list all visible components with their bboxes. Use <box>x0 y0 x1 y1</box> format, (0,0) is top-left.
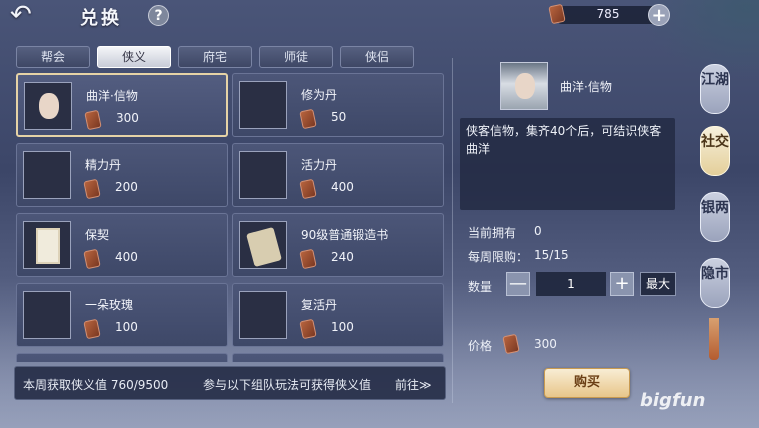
quantity-field[interactable]: 1 <box>536 272 606 296</box>
tab-xialv[interactable]: 侠侣 <box>340 46 414 68</box>
item-price: 240 <box>331 250 354 264</box>
item-name: 精力丹 <box>85 158 122 172</box>
item-price: 100 <box>115 320 138 334</box>
category-tabs: 帮会 侠义 府宅 师徒 侠侣 <box>16 46 414 68</box>
price-label: 价格 <box>468 339 493 353</box>
item-price: 400 <box>331 180 354 194</box>
item-name: 一朵玫瑰 <box>85 298 134 312</box>
item-card-partial[interactable] <box>232 353 444 362</box>
currency-amount: 785 <box>596 7 620 21</box>
item-card[interactable]: 精力丹 200 <box>16 143 228 207</box>
portrait-icon <box>24 82 72 130</box>
tab-banghui[interactable]: 帮会 <box>16 46 90 68</box>
item-card[interactable]: 复活丹 100 <box>232 283 444 347</box>
scroll-icon <box>239 221 287 269</box>
contract-paper-icon <box>23 221 71 269</box>
red-orb-icon <box>23 151 71 199</box>
max-button[interactable]: 最大 <box>640 272 676 296</box>
buy-button[interactable]: 购买 <box>544 368 630 398</box>
help-icon[interactable]: ? <box>148 5 169 26</box>
item-name: 保契 <box>85 228 110 242</box>
side-tab-shejiao[interactable]: 社交 <box>700 126 730 176</box>
weekly-progress-bar: 本周获取侠义值 760/9500 参与以下组队玩法可获得侠义值 前往≫ <box>14 366 446 400</box>
item-card[interactable]: 90级普通锻造书 240 <box>232 213 444 277</box>
item-price: 400 <box>115 250 138 264</box>
xiayi-token-icon <box>299 178 317 200</box>
page-title: 兑换 <box>80 8 122 29</box>
item-card[interactable]: 修为丹 50 <box>232 73 444 137</box>
item-card-partial[interactable] <box>16 353 228 362</box>
item-name: 曲洋·信物 <box>86 89 138 103</box>
increase-button[interactable]: + <box>610 272 634 296</box>
owned-value: 0 <box>534 224 542 238</box>
item-card[interactable]: 曲洋·信物 300 <box>16 73 228 137</box>
item-price: 300 <box>116 111 139 125</box>
xiayi-token-icon <box>299 318 317 340</box>
side-tab-yinshi[interactable]: 隐市 <box>700 258 730 308</box>
blue-orb-icon <box>239 151 287 199</box>
side-tab-yinliang[interactable]: 银两 <box>700 192 730 242</box>
tab-fuzhai[interactable]: 府宅 <box>178 46 252 68</box>
price-value: 300 <box>534 337 557 351</box>
orange-pill-icon <box>239 291 287 339</box>
tassel-ornament <box>709 318 719 360</box>
side-tab-jianghu[interactable]: 江湖 <box>700 64 730 114</box>
item-name: 活力丹 <box>301 158 338 172</box>
detail-item-name: 曲洋·信物 <box>560 80 612 94</box>
item-description: 侠客信物，集齐40个后，可结识侠客曲洋 <box>460 118 675 210</box>
rose-icon <box>23 291 71 339</box>
decrease-button[interactable]: — <box>506 272 530 296</box>
xiayi-token-icon <box>83 318 101 340</box>
xiayi-token-icon <box>299 248 317 270</box>
item-name: 90级普通锻造书 <box>301 228 389 242</box>
item-card[interactable]: 活力丹 400 <box>232 143 444 207</box>
xiayi-token-icon <box>84 109 102 131</box>
detail-portrait-icon <box>500 62 548 110</box>
go-button[interactable]: 前往≫ <box>395 376 432 393</box>
item-grid: 曲洋·信物 300 修为丹 50 精力丹 200 活力丹 400 保契 400 … <box>14 72 444 362</box>
item-name: 修为丹 <box>301 88 338 102</box>
xiayi-token-icon <box>83 248 101 270</box>
team-activity-hint: 参与以下组队玩法可获得侠义值 <box>203 378 372 392</box>
item-card[interactable]: 一朵玫瑰 100 <box>16 283 228 347</box>
item-price: 50 <box>331 110 347 124</box>
xiayi-token-icon <box>83 178 101 200</box>
add-currency-button[interactable]: + <box>648 4 670 26</box>
weekly-limit-value: 15/15 <box>534 248 569 262</box>
item-name: 复活丹 <box>301 298 338 312</box>
back-arrow-icon[interactable]: ↶ <box>10 2 54 30</box>
quantity-label: 数量 <box>468 280 493 294</box>
watermark-text: bigfun <box>640 390 706 411</box>
item-card[interactable]: 保契 400 <box>16 213 228 277</box>
weekly-xiayi-info: 本周获取侠义值 760/9500 <box>23 378 169 392</box>
tab-shitu[interactable]: 师徒 <box>259 46 333 68</box>
weekly-limit-label: 每周限购： <box>468 250 529 264</box>
tab-xiayi[interactable]: 侠义 <box>97 46 171 68</box>
owned-label: 当前拥有 <box>468 226 517 240</box>
purple-orb-icon <box>239 81 287 129</box>
item-price: 200 <box>115 180 138 194</box>
panel-divider <box>452 58 453 403</box>
xiayi-token-icon <box>299 108 317 130</box>
currency-display: 785 + <box>548 3 670 26</box>
item-price: 100 <box>331 320 354 334</box>
